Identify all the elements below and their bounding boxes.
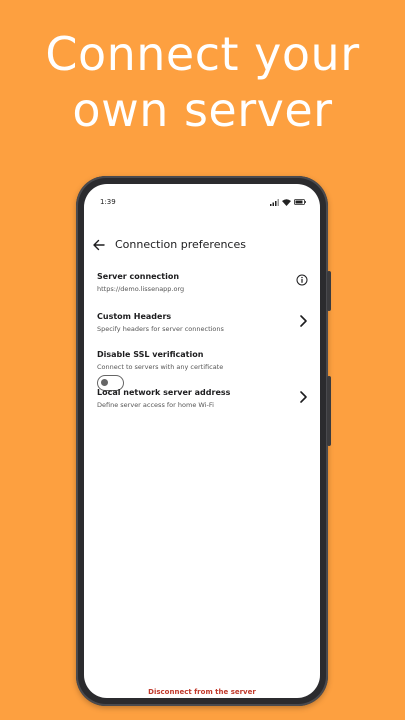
disconnect-button[interactable]: Disconnect from the server (84, 688, 320, 696)
setting-title: Server connection (97, 272, 180, 281)
status-time: 1:39 (100, 198, 116, 206)
app-bar: Connection preferences (84, 236, 320, 256)
promo-headline: Connect your own server (0, 26, 405, 138)
phone-frame: 1:39 Connection preferences Server conne… (76, 176, 331, 706)
setting-subtitle: Define server access for home Wi-Fi (97, 401, 214, 409)
setting-disable-ssl[interactable]: Disable SSL verification Connect to serv… (97, 349, 308, 391)
headline-line-2: own server (72, 83, 333, 137)
setting-subtitle: Connect to servers with any certificate (97, 363, 224, 371)
wifi-icon (282, 198, 291, 206)
setting-title: Custom Headers (97, 312, 172, 321)
setting-local-network-address[interactable]: Local network server address Define serv… (97, 387, 308, 410)
setting-subtitle: https://demo.lissenapp.org (97, 285, 185, 293)
setting-title: Local network server address (97, 388, 231, 397)
toggle-knob (101, 379, 108, 386)
status-icons (270, 198, 306, 206)
phone-screen: 1:39 Connection preferences Server conne… (84, 184, 320, 698)
setting-custom-headers[interactable]: Custom Headers Specify headers for serve… (97, 311, 308, 334)
chevron-right-icon[interactable] (298, 390, 308, 404)
status-bar: 1:39 (100, 196, 306, 208)
battery-icon (294, 199, 306, 205)
setting-title: Disable SSL verification (97, 350, 204, 359)
signal-icon (270, 198, 279, 206)
page-title: Connection preferences (115, 238, 246, 251)
chevron-right-icon[interactable] (298, 314, 308, 328)
setting-server-connection[interactable]: Server connection https://demo.lissenapp… (97, 271, 308, 294)
setting-subtitle: Specify headers for server connections (97, 325, 224, 333)
arrow-left-icon[interactable] (92, 238, 106, 252)
phone-side-button (327, 271, 331, 311)
phone-volume-button (327, 376, 331, 446)
info-icon[interactable] (296, 274, 308, 286)
headline-line-1: Connect your (45, 27, 360, 81)
